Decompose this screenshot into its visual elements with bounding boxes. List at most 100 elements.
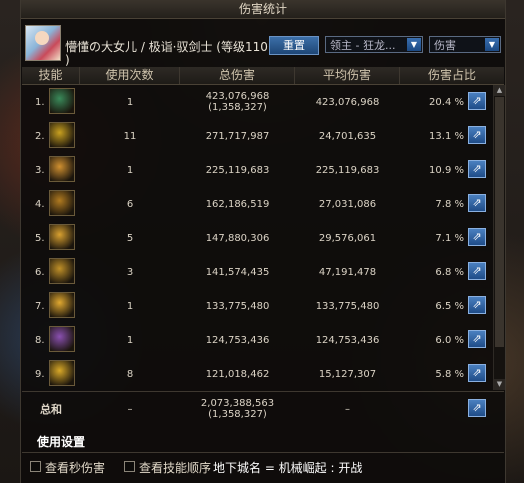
col-share: 伤害占比 xyxy=(427,68,476,82)
total-damage: 133,775,480 xyxy=(205,300,270,312)
skill-icon xyxy=(49,190,75,216)
share-button[interactable]: ⇗ xyxy=(468,296,486,314)
rank: 2. xyxy=(35,131,45,142)
share-icon: ⇗ xyxy=(472,128,482,141)
rank: 1. xyxy=(35,97,45,108)
footer-bar: 查看秒伤害 查看技能顺序 地下城名 = 机械崛起 : 开战 xyxy=(0,458,524,478)
share-icon: ⇗ xyxy=(472,264,482,277)
uses-count: 6 xyxy=(126,198,134,210)
reset-button[interactable]: 重置 xyxy=(269,36,319,55)
show-dps-label: 查看秒伤害 xyxy=(45,461,106,475)
type-select-value: 伤害 xyxy=(434,39,456,52)
window-title: 伤害统计 xyxy=(21,0,505,19)
character-header: 懵懂の大女儿 / 极诣·驭剑士 (等级110 ) 重置 领主 - 狂龙... ▼… xyxy=(21,19,505,67)
share-icon: ⇗ xyxy=(472,196,482,209)
total-damage: 225,119,683 xyxy=(205,164,270,176)
total-damage: 147,880,306 xyxy=(205,232,270,244)
total-damage: 121,018,462 xyxy=(205,368,270,380)
target-select-value: 领主 - 狂龙... xyxy=(330,39,396,52)
uses-count: 5 xyxy=(126,232,134,244)
show-order-checkbox[interactable] xyxy=(124,461,135,472)
total-damage-sub: (1,358,327) xyxy=(208,409,267,420)
share-button[interactable]: ⇗ xyxy=(468,160,486,178)
total-uses: – xyxy=(127,403,133,415)
total-damage-cell: 225,119,683 xyxy=(180,153,295,187)
total-damage-cell: 124,753,436 xyxy=(180,323,295,357)
avg-damage: 29,576,061 xyxy=(318,232,377,244)
tab-settings[interactable]: 使用设置 xyxy=(29,433,127,451)
uses-count: 3 xyxy=(126,266,134,278)
scroll-up-icon[interactable]: ▲ xyxy=(494,85,505,96)
share-icon: ⇗ xyxy=(472,94,482,107)
table-header: 技能 使用次数 总伤害 平均伤害 伤害占比 xyxy=(22,67,504,85)
total-damage-cell: 423,076,968 (1,358,327) xyxy=(180,85,295,119)
avg-damage: 24,701,635 xyxy=(318,130,377,142)
uses-count: 1 xyxy=(126,334,134,346)
skill-icon xyxy=(49,224,75,250)
share-button[interactable]: ⇗ xyxy=(468,364,486,382)
skill-icon xyxy=(49,258,75,284)
avg-damage: 15,127,307 xyxy=(318,368,377,380)
share-total-button[interactable]: ⇗ xyxy=(468,399,486,417)
table-row: 1. 1 423,076,968 (1,358,327) 423,076,968 20.4… xyxy=(22,85,492,119)
skill-icon xyxy=(49,88,75,114)
total-damage-sub: (1,358,327) xyxy=(208,102,267,113)
col-uses: 使用次数 xyxy=(80,67,180,84)
scroll-down-icon[interactable]: ▼ xyxy=(494,379,505,390)
table-row: 2. 11 271,717,987 24,701,635 13.1 % ⇗ xyxy=(22,119,492,153)
target-select[interactable]: 领主 - 狂龙... ▼ xyxy=(325,36,423,53)
avg-damage: 47,191,478 xyxy=(318,266,377,278)
avg-damage: 133,775,480 xyxy=(315,300,380,312)
rank: 4. xyxy=(35,199,45,210)
damage-share: 5.8 % xyxy=(435,368,464,380)
skill-table: 1. 1 423,076,968 (1,358,327) 423,076,968 20.4… xyxy=(22,85,492,390)
share-button[interactable]: ⇗ xyxy=(468,262,486,280)
share-icon: ⇗ xyxy=(472,332,482,345)
share-button[interactable]: ⇗ xyxy=(468,92,486,110)
share-icon: ⇗ xyxy=(472,162,482,175)
chevron-down-icon: ▼ xyxy=(407,38,421,51)
share-icon: ⇗ xyxy=(472,366,482,379)
col-avg: 平均伤害 xyxy=(295,67,400,84)
total-damage: 162,186,519 xyxy=(205,198,270,210)
dungeon-name: 地下城名 = 机械崛起 : 开战 xyxy=(213,461,363,475)
total-damage-cell: 2,073,388,563 (1,358,327) xyxy=(180,392,295,426)
scrollbar[interactable]: ▲ ▼ xyxy=(493,85,505,390)
damage-share: 7.1 % xyxy=(435,232,464,244)
total-avg: – xyxy=(345,403,350,415)
total-damage: 2,073,388,563 xyxy=(200,398,275,409)
uses-count: 1 xyxy=(126,96,134,108)
damage-share: 7.8 % xyxy=(435,198,464,210)
share-icon: ⇗ xyxy=(472,298,482,311)
total-damage: 124,753,436 xyxy=(205,334,270,346)
total-damage-cell: 141,574,435 xyxy=(180,255,295,289)
share-button[interactable]: ⇗ xyxy=(468,126,486,144)
damage-share: 6.0 % xyxy=(435,334,464,346)
table-row: 7. 1 133,775,480 133,775,480 6.5 % ⇗ xyxy=(22,289,492,323)
share-icon: ⇗ xyxy=(472,230,482,243)
share-button[interactable]: ⇗ xyxy=(468,194,486,212)
share-button[interactable]: ⇗ xyxy=(468,330,486,348)
chevron-down-icon: ▼ xyxy=(485,38,499,51)
col-skill: 技能 xyxy=(22,67,80,84)
uses-count: 1 xyxy=(126,300,134,312)
show-dps-checkbox[interactable] xyxy=(30,461,41,472)
damage-stats-window: 伤害统计 懵懂の大女儿 / 极诣·驭剑士 (等级110 ) 重置 领主 - 狂龙… xyxy=(20,0,506,483)
avg-damage: 225,119,683 xyxy=(315,164,380,176)
avg-damage: 27,031,086 xyxy=(318,198,377,210)
table-row: 5. 5 147,880,306 29,576,061 7.1 % ⇗ xyxy=(22,221,492,255)
rank: 6. xyxy=(35,267,45,278)
table-row: 6. 3 141,574,435 47,191,478 6.8 % ⇗ xyxy=(22,255,492,289)
total-damage: 423,076,968 xyxy=(205,91,270,102)
total-row: 总和 – 2,073,388,563 (1,358,327) – ⇗ xyxy=(22,392,504,426)
skill-icon xyxy=(49,122,75,148)
total-damage-cell: 162,186,519 xyxy=(180,187,295,221)
damage-share: 20.4 % xyxy=(429,96,464,108)
damage-share: 6.5 % xyxy=(435,300,464,312)
total-damage-cell: 121,018,462 xyxy=(180,357,295,391)
show-order-label: 查看技能顺序 xyxy=(139,461,212,475)
scroll-thumb[interactable] xyxy=(495,97,504,347)
share-button[interactable]: ⇗ xyxy=(468,228,486,246)
skill-icon xyxy=(49,360,75,386)
type-select[interactable]: 伤害 ▼ xyxy=(429,36,501,53)
